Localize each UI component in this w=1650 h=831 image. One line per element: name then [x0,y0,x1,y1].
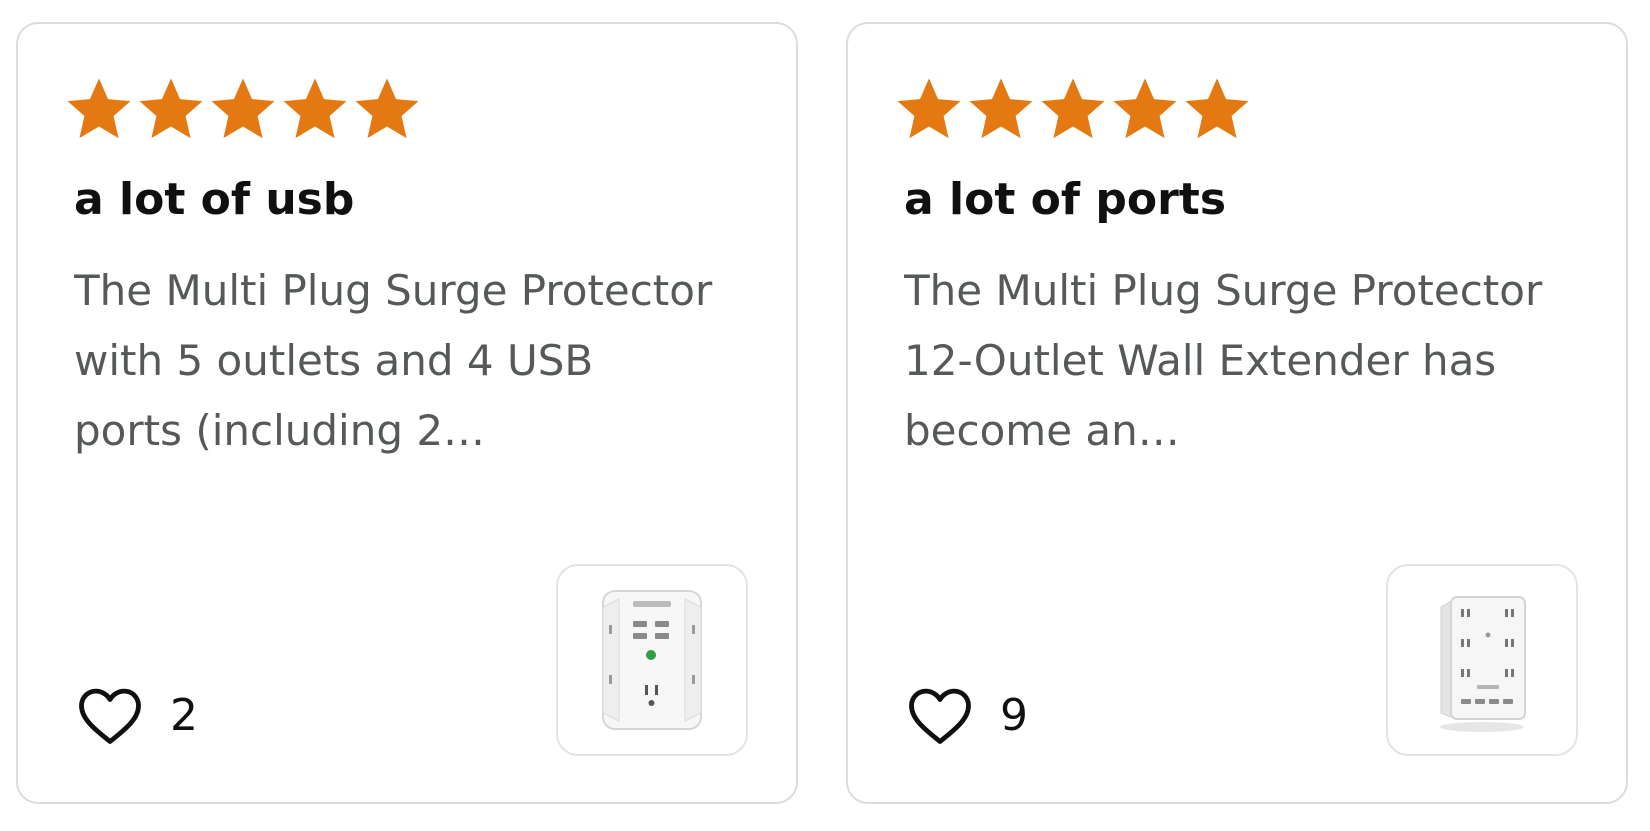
review-body[interactable]: The Multi Plug Surge Protector 12-Outlet… [904,256,1544,466]
product-thumbnail[interactable] [556,564,748,756]
review-card[interactable]: a lot of ports The Multi Plug Surge Prot… [846,22,1628,804]
review-card[interactable]: a lot of usb The Multi Plug Surge Protec… [16,22,798,804]
star-icon [969,78,1033,139]
star-icon [1185,78,1249,139]
heart-outline-icon[interactable] [74,680,146,752]
star-icon [139,78,203,139]
star-icon [1113,78,1177,139]
like-count: 2 [170,690,198,741]
star-icon [283,78,347,139]
like-button[interactable]: 9 [904,676,1028,756]
review-title[interactable]: a lot of usb [74,174,354,227]
product-thumbnail[interactable] [1386,564,1578,756]
star-rating [894,74,1252,144]
heart-outline-icon[interactable] [904,680,976,752]
wall-outlet-extender-12-image [1440,596,1526,732]
review-title[interactable]: a lot of ports [904,174,1226,227]
like-button[interactable]: 2 [74,676,198,756]
star-icon [211,78,275,139]
review-body[interactable]: The Multi Plug Surge Protector with 5 ou… [74,256,714,466]
wall-outlet-extender-usb-image [602,590,702,730]
star-icon [1041,78,1105,139]
star-rating [64,74,422,144]
star-icon [897,78,961,139]
star-icon [67,78,131,139]
star-icon [355,78,419,139]
like-count: 9 [1000,690,1028,741]
